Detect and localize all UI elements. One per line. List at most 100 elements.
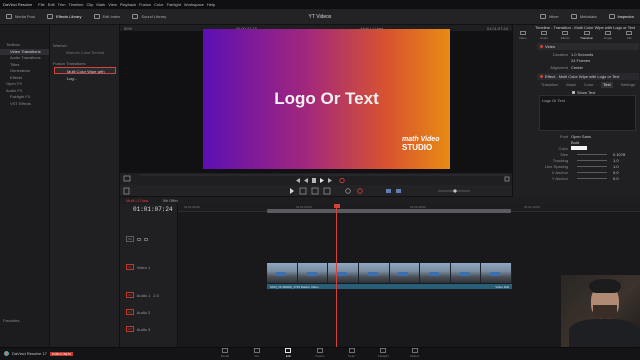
menu-item[interactable]: Clip (86, 2, 93, 7)
x-anchor-slider[interactable] (577, 171, 607, 173)
menu-item[interactable]: Fusion (139, 2, 151, 7)
track-tag[interactable]: A1 (126, 292, 134, 298)
tab-file[interactable]: File (622, 31, 636, 40)
lock-icon[interactable] (136, 237, 141, 241)
zoom-level[interactable]: 50% (124, 26, 132, 31)
trim-tool-icon[interactable] (299, 187, 307, 195)
page-cut[interactable]: Cut (247, 348, 267, 359)
fx-group-header[interactable]: Fusion Transitions (51, 60, 119, 67)
subtab-text[interactable]: Text (601, 82, 613, 88)
page-fairlight[interactable]: Fairlight (373, 348, 393, 359)
prop-value[interactable]: Bold (571, 140, 579, 145)
eye-icon[interactable] (143, 237, 148, 241)
media-pool-button[interactable]: Media Pool (0, 9, 41, 25)
edit-index-button[interactable]: Edit Index (88, 9, 127, 25)
fx-entry-selected[interactable]: Multi Color Wipe with Log... (54, 67, 116, 81)
subtab-transition[interactable]: Transition (541, 82, 558, 88)
subtab-mask[interactable]: Mask (566, 82, 576, 88)
track-tag[interactable]: A3 (126, 326, 134, 332)
checkbox[interactable] (572, 90, 575, 94)
tab-image[interactable]: Image (601, 31, 615, 40)
fx-entry[interactable]: Wrench Color Reveal (51, 49, 119, 56)
video-clip[interactable] (267, 263, 512, 283)
fx-group-header[interactable]: Wrench (51, 42, 119, 49)
track-tag[interactable]: A2 (126, 309, 134, 315)
subtab-settings[interactable]: Settings (621, 82, 635, 88)
menu-item[interactable]: View (108, 2, 117, 7)
track-name[interactable]: Audio 3 (137, 327, 151, 332)
stop-icon[interactable] (312, 178, 316, 183)
prop-value[interactable]: 0.1078 (613, 152, 625, 157)
menu-item[interactable]: Edit (48, 2, 55, 7)
marker-icon[interactable] (396, 189, 401, 193)
text-field[interactable]: Logo Or Text (539, 95, 636, 131)
line-spacing-slider[interactable] (577, 165, 607, 167)
fullscreen-icon[interactable] (504, 176, 510, 182)
reverse-play-icon[interactable] (304, 178, 308, 183)
snapping-icon[interactable] (345, 188, 351, 194)
prop-value[interactable]: 24 Frames (571, 58, 590, 63)
viewer-options-icon[interactable] (123, 175, 131, 182)
menu-item[interactable]: Workspace (184, 2, 204, 7)
prop-value[interactable]: Center (571, 65, 583, 70)
tab-audio[interactable]: Audio (537, 31, 551, 40)
mixer-button[interactable]: Mixer (534, 9, 565, 25)
tab-video[interactable]: Video (516, 31, 530, 40)
dynamic-trim-icon[interactable] (311, 187, 319, 195)
sound-library-button[interactable]: Sound Library (126, 9, 172, 25)
tab-transition[interactable]: Transition (580, 31, 594, 40)
menu-item[interactable]: Mark (96, 2, 105, 7)
playhead-handle[interactable] (333, 204, 340, 208)
menu-item[interactable]: Timeline (69, 2, 84, 7)
section-toggle-icon[interactable] (540, 75, 543, 78)
prop-value[interactable]: 1.0 (613, 158, 619, 163)
track-name[interactable]: Audio 1 (137, 293, 151, 298)
playhead[interactable] (336, 204, 337, 347)
prop-value[interactable]: 1.0 (613, 164, 619, 169)
jump-end-icon[interactable] (328, 178, 332, 183)
favorites-header[interactable]: Favorites (3, 318, 19, 323)
tab-effects[interactable]: Effects (558, 31, 572, 40)
timeline-tab-active[interactable]: Multi LO fast (126, 198, 148, 203)
flag-icon[interactable] (386, 189, 391, 193)
menu-item[interactable]: Help (207, 2, 215, 7)
zoom-slider-handle[interactable] (453, 189, 457, 193)
prop-value[interactable]: 0.0 (613, 170, 619, 175)
page-fusion[interactable]: Fusion (310, 348, 330, 359)
effect-section-header[interactable]: Effect - Multi Color Wipe with Logo or T… (537, 73, 639, 80)
tracking-slider[interactable] (577, 159, 607, 161)
inspector-button[interactable]: Inspector (603, 9, 640, 25)
page-edit[interactable]: Edit (278, 348, 298, 359)
menu-item[interactable]: File (38, 2, 44, 7)
selection-tool-icon[interactable] (290, 188, 294, 194)
loop-icon[interactable] (339, 177, 345, 184)
video-section-header[interactable]: Video (537, 43, 639, 50)
menu-item[interactable]: Playback (120, 2, 136, 7)
page-deliver[interactable]: Deliver (405, 348, 425, 359)
menu-item[interactable]: Color (154, 2, 164, 7)
track-name[interactable]: Audio 2 (137, 310, 151, 315)
app-name[interactable]: DaVinci Resolve (3, 2, 32, 7)
audio-clip[interactable]: MVR_FF-B0009_1725 Master Video Video Rol… (267, 284, 512, 289)
jump-start-icon[interactable] (296, 178, 300, 183)
prop-value[interactable]: 1.0 Seconds (571, 52, 593, 57)
track-tag[interactable]: V2 (126, 236, 134, 242)
subtab-color[interactable]: Color (584, 82, 594, 88)
prop-value[interactable]: Open Sans (571, 134, 591, 139)
timeline-view-icon[interactable] (123, 187, 130, 195)
page-color[interactable]: Color (342, 348, 362, 359)
linked-selection-icon[interactable] (357, 188, 363, 194)
track-tag[interactable]: V1 (126, 264, 134, 270)
blade-tool-icon[interactable] (323, 187, 331, 195)
metadata-button[interactable]: Metadata (565, 9, 603, 25)
effects-library-button[interactable]: Effects Library (41, 9, 88, 25)
page-media[interactable]: Media (215, 348, 235, 359)
size-slider[interactable] (577, 153, 607, 155)
section-toggle-icon[interactable] (540, 45, 543, 48)
play-icon[interactable] (320, 178, 324, 183)
tree-item-vst-effects[interactable]: VST Effects (0, 101, 49, 108)
video-frame[interactable]: Logo Or Text math Video STUDIO (203, 29, 450, 169)
prop-value[interactable]: 0.0 (613, 176, 619, 181)
color-swatch[interactable] (571, 146, 587, 150)
track-name[interactable]: Video 1 (137, 265, 151, 270)
